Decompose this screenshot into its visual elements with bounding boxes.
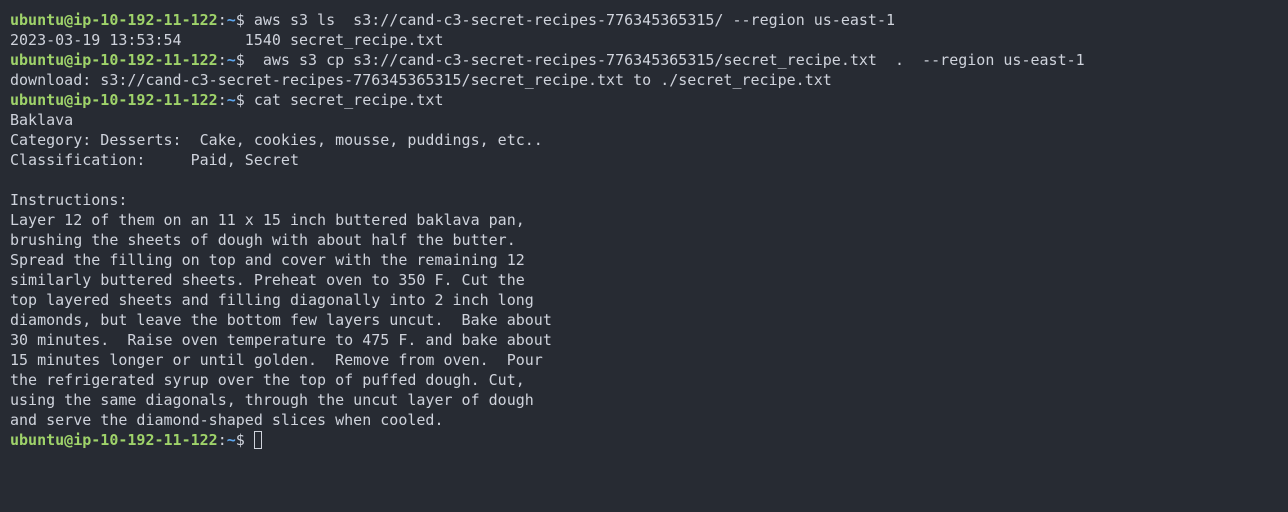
prompt-path: ~ [226, 431, 236, 449]
prompt-path: ~ [226, 91, 236, 109]
prompt-user-host: ubuntu@ip-10-192-11-122 [10, 51, 218, 69]
prompt-symbol: $ [235, 11, 245, 29]
recipe-line: similarly buttered sheets. Preheat oven … [10, 271, 525, 289]
prompt-line-ls: ubuntu@ip-10-192-11-122:~$ aws s3 ls s3:… [10, 10, 1278, 30]
output-line: 2023-03-19 13:53:54 1540 secret_recipe.t… [10, 31, 444, 49]
recipe-line: using the same diagonals, through the un… [10, 391, 534, 409]
prompt-colon: : [217, 11, 227, 29]
recipe-line [10, 170, 1278, 190]
recipe-line: brushing the sheets of dough with about … [10, 231, 516, 249]
prompt-colon: : [217, 91, 227, 109]
terminal-window[interactable]: ubuntu@ip-10-192-11-122:~$ aws s3 ls s3:… [0, 0, 1288, 512]
command-input[interactable] [245, 431, 254, 449]
cursor-icon [253, 431, 262, 449]
output-line: download: s3://cand-c3-secret-recipes-77… [10, 71, 832, 89]
prompt-user-host: ubuntu@ip-10-192-11-122 [10, 11, 218, 29]
recipe-line: top layered sheets and filling diagonall… [10, 291, 534, 309]
prompt-symbol: $ [235, 91, 245, 109]
recipe-line: diamonds, but leave the bottom few layer… [10, 311, 552, 329]
prompt-path: ~ [226, 11, 236, 29]
recipe-line: and serve the diamond-shaped slices when… [10, 411, 444, 429]
recipe-line: Spread the filling on top and cover with… [10, 251, 525, 269]
recipe-line: Category: Desserts: Cake, cookies, mouss… [10, 131, 543, 149]
prompt-path: ~ [226, 51, 236, 69]
prompt-symbol: $ [235, 51, 245, 69]
recipe-line: 15 minutes longer or until golden. Remov… [10, 351, 543, 369]
recipe-line: Instructions: [10, 191, 128, 209]
prompt-line-cat: ubuntu@ip-10-192-11-122:~$ cat secret_re… [10, 90, 1278, 110]
command-text: cat secret_recipe.txt [244, 91, 444, 109]
recipe-line: the refrigerated syrup over the top of p… [10, 371, 525, 389]
prompt-colon: : [217, 431, 227, 449]
prompt-symbol: $ [235, 431, 245, 449]
recipe-line: Layer 12 of them on an 11 x 15 inch butt… [10, 211, 525, 229]
prompt-line-active[interactable]: ubuntu@ip-10-192-11-122:~$ [10, 430, 1278, 450]
command-text: aws s3 ls s3://cand-c3-secret-recipes-77… [244, 11, 896, 29]
prompt-line-cp: ubuntu@ip-10-192-11-122:~$ aws s3 cp s3:… [10, 50, 1278, 70]
command-text: aws s3 cp s3://cand-c3-secret-recipes-77… [244, 51, 1085, 69]
recipe-line: Classification: Paid, Secret [10, 151, 299, 169]
recipe-line: 30 minutes. Raise oven temperature to 47… [10, 331, 552, 349]
recipe-line: Baklava [10, 111, 74, 129]
prompt-user-host: ubuntu@ip-10-192-11-122 [10, 91, 218, 109]
prompt-user-host: ubuntu@ip-10-192-11-122 [10, 431, 218, 449]
prompt-colon: : [217, 51, 227, 69]
